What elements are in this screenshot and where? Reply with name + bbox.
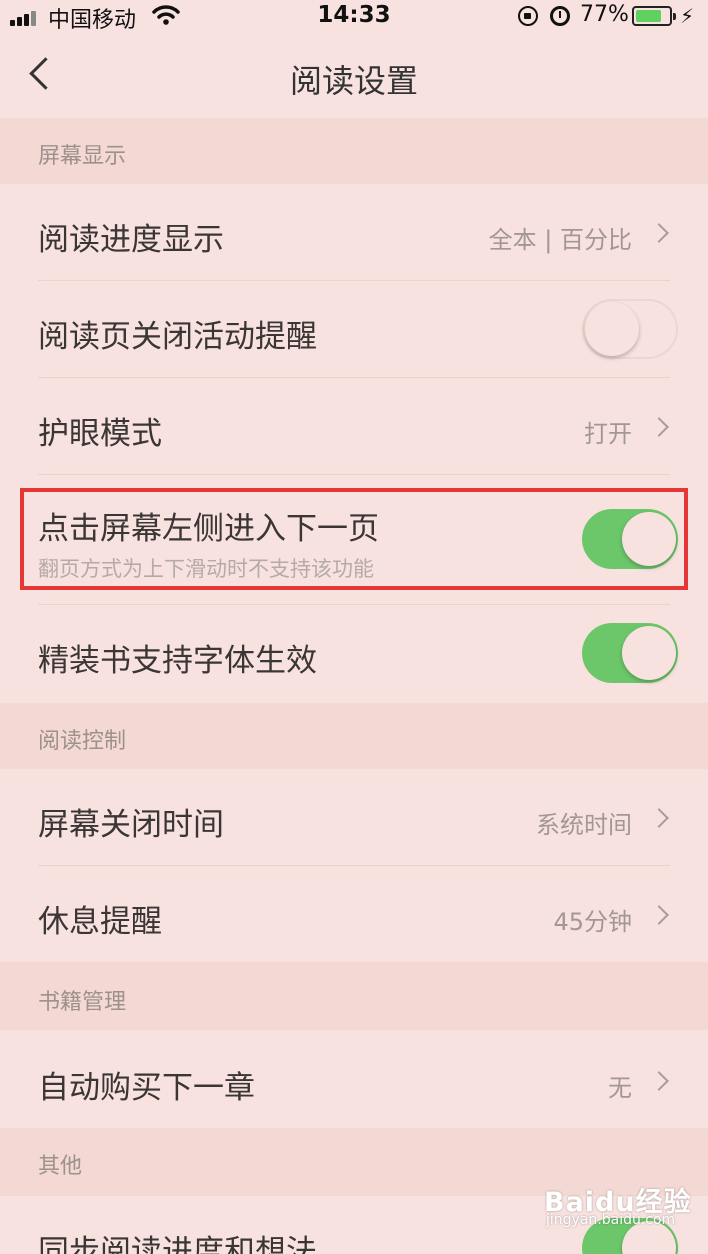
battery-percent: 77% xyxy=(580,2,629,27)
page-title: 阅读设置 xyxy=(289,62,418,100)
row-value: 45分钟 xyxy=(553,908,632,936)
row-label: 自动购买下一章 xyxy=(38,1070,255,1106)
hardcover-font-toggle[interactable] xyxy=(582,623,678,683)
row-label: 阅读进度显示 xyxy=(38,222,224,258)
row-value: 全本 | 百分比 xyxy=(488,226,632,254)
chevron-right-icon xyxy=(649,223,669,243)
row-label: 精装书支持字体生效 xyxy=(38,643,317,679)
section-header-reading-control: 阅读控制 xyxy=(0,703,708,769)
section-title: 屏幕显示 xyxy=(38,144,127,169)
chevron-right-icon xyxy=(649,417,669,437)
row-label: 屏幕关闭时间 xyxy=(38,807,224,843)
row-label: 点击屏幕左侧进入下一页 xyxy=(38,511,379,547)
row-progress-display[interactable]: 阅读进度显示 全本 | 百分比 xyxy=(0,184,708,280)
tap-left-next-page-toggle[interactable] xyxy=(582,509,678,569)
row-sublabel: 翻页方式为上下滑动时不支持该功能 xyxy=(38,557,374,581)
toggle-knob xyxy=(585,302,639,356)
chevron-right-icon xyxy=(649,1071,669,1091)
nav-bar: 阅读设置 xyxy=(0,34,708,118)
section-title: 其他 xyxy=(38,1154,83,1179)
row-label: 护眼模式 xyxy=(38,416,162,452)
row-hardcover-font: 精装书支持字体生效 xyxy=(0,605,708,703)
alarm-icon xyxy=(550,6,570,26)
section-title: 阅读控制 xyxy=(38,729,127,754)
row-tap-left-next-page: 点击屏幕左侧进入下一页 翻页方式为上下滑动时不支持该功能 xyxy=(0,475,708,603)
row-label: 阅读页关闭活动提醒 xyxy=(38,319,317,355)
chevron-right-icon xyxy=(649,808,669,828)
row-auto-buy-next[interactable]: 自动购买下一章 无 xyxy=(0,1030,708,1128)
toggle-knob xyxy=(622,512,676,566)
row-label: 同步阅读进度和想法 xyxy=(38,1234,317,1254)
status-bar: 中国移动 14:33 77% ⚡ xyxy=(0,0,708,34)
section-header-book-management: 书籍管理 xyxy=(0,962,708,1030)
row-close-activity-reminder: 阅读页关闭活动提醒 xyxy=(0,281,708,377)
section-header-screen-display: 屏幕显示 xyxy=(0,118,708,184)
row-value: 系统时间 xyxy=(536,811,632,839)
row-value: 无 xyxy=(608,1074,632,1102)
row-value: 打开 xyxy=(584,420,632,448)
row-screen-off-time[interactable]: 屏幕关闭时间 系统时间 xyxy=(0,769,708,865)
close-activity-reminder-toggle[interactable] xyxy=(582,299,678,359)
charging-icon: ⚡ xyxy=(680,4,695,28)
toggle-knob xyxy=(622,626,676,680)
row-eye-protection[interactable]: 护眼模式 打开 xyxy=(0,378,708,474)
section-title: 书籍管理 xyxy=(38,990,127,1015)
baidu-jingyan-watermark: Baidu经验 jingyan.baidu.com xyxy=(544,1178,704,1234)
chevron-right-icon xyxy=(649,905,669,925)
battery-level-fill xyxy=(636,10,661,22)
row-label: 休息提醒 xyxy=(38,904,162,940)
battery-icon xyxy=(632,6,676,26)
row-rest-reminder[interactable]: 休息提醒 45分钟 xyxy=(0,866,708,962)
watermark-url: jingyan.baidu.com xyxy=(546,1212,676,1228)
orientation-lock-icon xyxy=(518,6,538,26)
